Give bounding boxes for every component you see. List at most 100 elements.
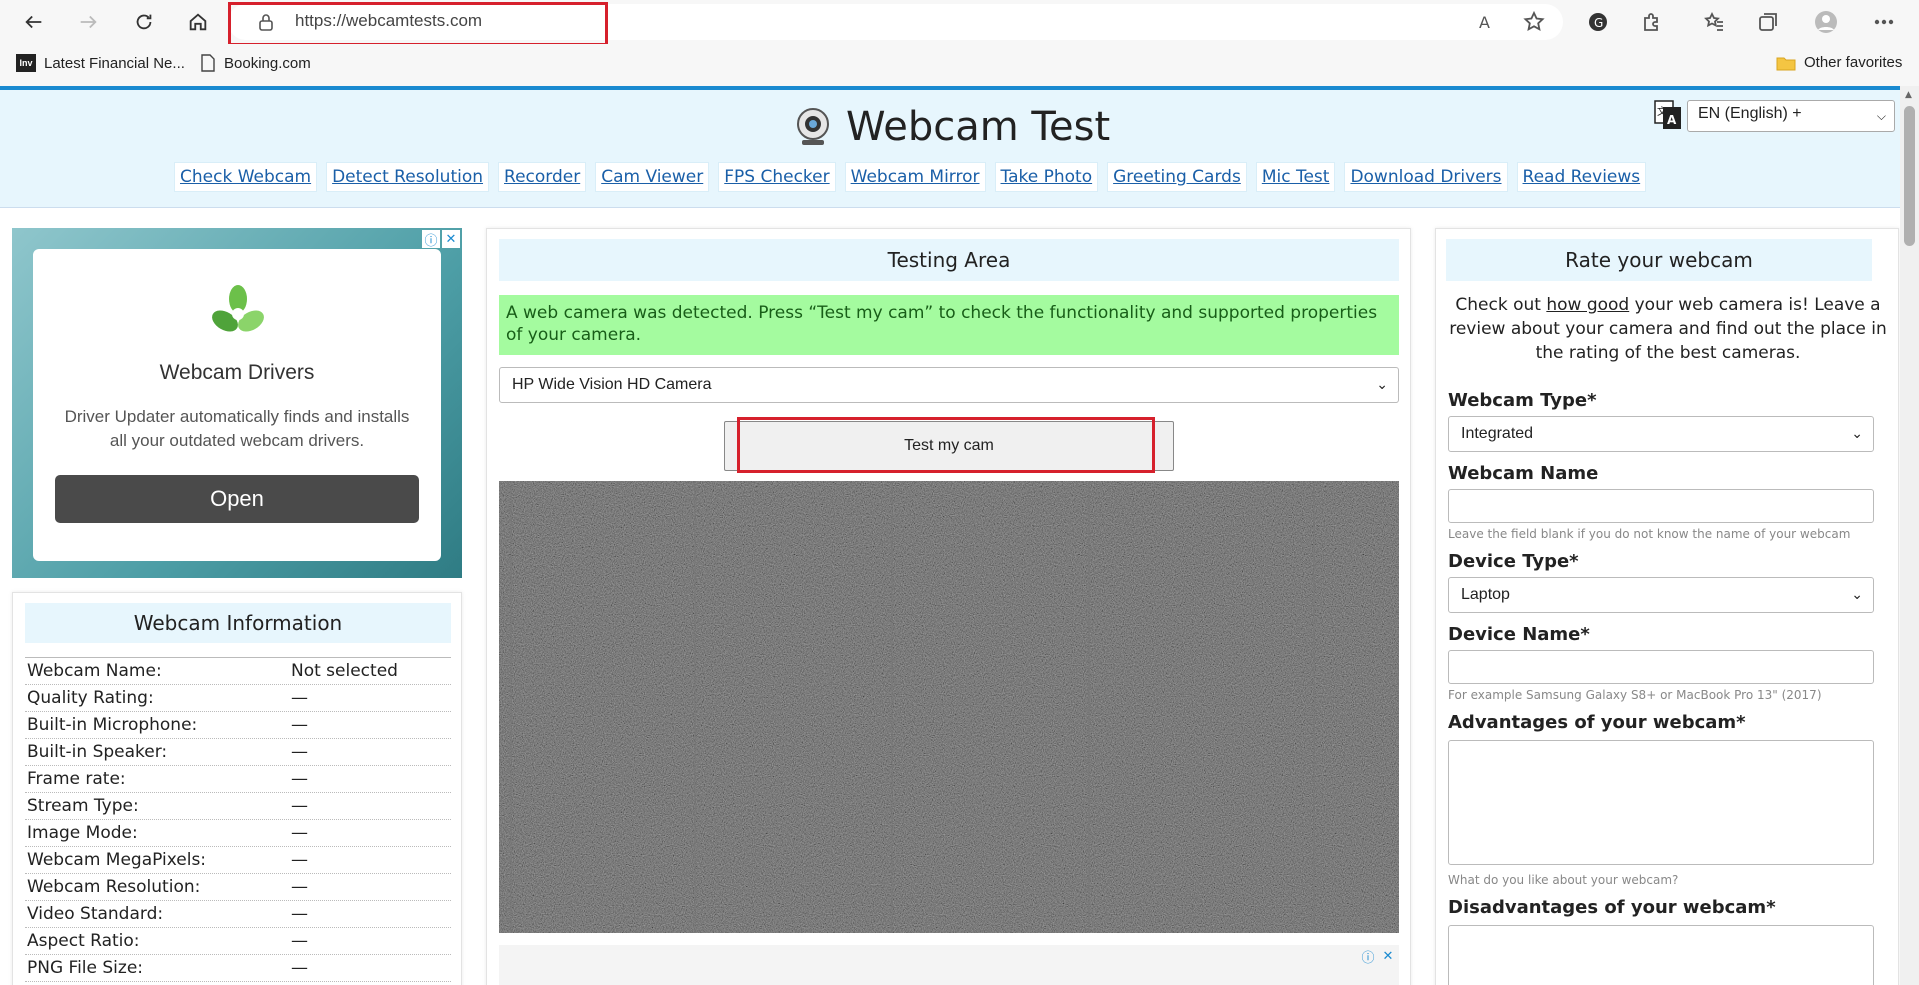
back-icon[interactable] (14, 2, 54, 42)
bookmark-financial[interactable]: Inv Latest Financial Ne... (16, 54, 185, 72)
bookmark-booking[interactable]: Booking.com (200, 54, 311, 72)
add-favorite-icon[interactable] (1522, 10, 1546, 34)
device-type-select[interactable]: Laptop ⌄ (1448, 577, 1874, 613)
scroll-up-icon[interactable]: ▲ (1905, 90, 1912, 100)
rate-webcam-panel: Rate your webcam Check out how good your… (1435, 228, 1899, 985)
nav-check-webcam[interactable]: Check Webcam (174, 162, 318, 192)
nav-recorder[interactable]: Recorder (498, 162, 587, 192)
info-row: Aspect Ratio: — (25, 928, 451, 955)
ad-close-icon[interactable]: ✕ (1379, 947, 1397, 965)
webcam-information-panel: Webcam Information Webcam Name: Not selec… (12, 592, 462, 985)
advantages-textarea[interactable] (1448, 740, 1874, 865)
info-row: Built-in Speaker: — (25, 739, 451, 766)
refresh-icon[interactable] (124, 2, 164, 42)
nav-download-drivers[interactable]: Download Drivers (1344, 162, 1508, 192)
page-scrollbar[interactable]: ▲ (1900, 86, 1919, 985)
info-value: — (291, 850, 308, 870)
ad-close-icon[interactable]: ✕ (442, 230, 460, 248)
favorites-icon[interactable] (1702, 10, 1726, 34)
info-row: Frame rate: — (25, 766, 451, 793)
info-value: Not selected (291, 661, 398, 681)
webcam-information-table: Webcam Name: Not selected Quality Rating: —… (25, 657, 451, 982)
translate-icon[interactable]: 文 A (1654, 100, 1682, 130)
extension-icon[interactable]: G (1586, 10, 1610, 34)
forward-icon[interactable] (68, 2, 108, 42)
webcam-name-label: Webcam Name (1448, 463, 1599, 484)
extensions-puzzle-icon[interactable] (1640, 10, 1664, 34)
ad-card: Webcam Drivers Driver Updater automatica… (33, 249, 441, 561)
ad-title: Webcam Drivers (159, 361, 315, 384)
bottom-ad[interactable]: ⓘ ✕ (499, 945, 1399, 985)
webcam-type-value: Integrated (1461, 425, 1534, 442)
nav-cam-viewer[interactable]: Cam Viewer (595, 162, 710, 192)
webcam-type-select[interactable]: Integrated ⌄ (1448, 416, 1874, 452)
device-name-hint: For example Samsung Galaxy S8+ or MacBoo… (1448, 688, 1822, 702)
bookmarks-bar: Inv Latest Financial Ne... Booking.com O… (0, 44, 1919, 86)
site-title-text: Webcam Test (846, 104, 1111, 150)
info-value: — (291, 769, 308, 789)
nav-webcam-mirror[interactable]: Webcam Mirror (844, 162, 986, 192)
svg-text:G: G (1594, 16, 1603, 30)
test-button-highlight-box (737, 417, 1155, 473)
scrollbar-thumb[interactable] (1904, 106, 1915, 246)
camera-select-value: HP Wide Vision HD Camera (512, 376, 712, 393)
profile-avatar-icon[interactable] (1814, 10, 1838, 34)
ad-info-icon[interactable]: ⓘ (1359, 947, 1377, 966)
camera-select[interactable]: HP Wide Vision HD Camera ⌄ (499, 367, 1399, 403)
info-key: Video Standard: (27, 904, 164, 924)
info-key: Aspect Ratio: (27, 931, 140, 951)
svg-text:A: A (1479, 13, 1490, 32)
info-row: Webcam Resolution: — (25, 874, 451, 901)
language-select[interactable]: EN (English) + ⌵ (1687, 100, 1895, 132)
language-value: EN (English) + (1698, 105, 1802, 122)
testing-area-title: Testing Area (499, 239, 1399, 281)
collections-icon[interactable] (1756, 10, 1780, 34)
ad-banner[interactable]: ⓘ ✕ Webcam Drivers Driver Updater automa… (12, 228, 462, 578)
how-good-link[interactable]: how good (1546, 295, 1629, 315)
info-row: Stream Type: — (25, 793, 451, 820)
svg-text:文: 文 (1657, 105, 1667, 118)
nav-mic-test[interactable]: Mic Test (1255, 162, 1336, 192)
chevron-down-icon: ⌄ (1851, 586, 1863, 602)
nav-fps-checker[interactable]: FPS Checker (718, 162, 836, 192)
read-aloud-icon[interactable]: A (1476, 10, 1500, 34)
info-value: — (291, 796, 308, 816)
site-header: Webcam Test 文 A EN (English) + ⌵ Check W… (0, 90, 1900, 208)
info-value: — (291, 958, 308, 978)
nav-take-photo[interactable]: Take Photo (994, 162, 1099, 192)
device-type-label: Device Type* (1448, 551, 1579, 572)
home-icon[interactable] (178, 2, 218, 42)
advantages-label: Advantages of your webcam* (1448, 712, 1746, 733)
ad-controls: ⓘ ✕ (1359, 947, 1397, 966)
info-row: Image Mode: — (25, 820, 451, 847)
ad-open-button[interactable]: Open (55, 475, 419, 523)
more-menu-icon[interactable] (1872, 10, 1896, 34)
web-page: Webcam Test 文 A EN (English) + ⌵ Check W… (0, 86, 1900, 985)
nav-detect-resolution[interactable]: Detect Resolution (326, 162, 490, 192)
info-row: Video Standard: — (25, 901, 451, 928)
info-value: — (291, 823, 308, 843)
info-key: Stream Type: (27, 796, 139, 816)
other-favorites[interactable]: Other favorites (1776, 54, 1902, 71)
info-row: Built-in Microphone: — (25, 712, 451, 739)
device-name-input[interactable] (1448, 650, 1874, 684)
info-value: — (291, 742, 308, 762)
url-highlight-box (228, 2, 608, 46)
info-key: Quality Rating: (27, 688, 154, 708)
nav-read-reviews[interactable]: Read Reviews (1516, 162, 1647, 192)
bookmark-label: Booking.com (224, 54, 311, 72)
ad-info-icon[interactable]: ⓘ (422, 230, 440, 249)
nav-greeting-cards[interactable]: Greeting Cards (1107, 162, 1247, 192)
info-value: — (291, 904, 308, 924)
folder-icon (1776, 57, 1796, 70)
info-row: Webcam Name: Not selected (25, 658, 451, 685)
info-value: — (291, 715, 308, 735)
info-key: Frame rate: (27, 769, 126, 789)
webcam-type-label: Webcam Type* (1448, 390, 1597, 411)
webcam-information-title: Webcam Information (25, 603, 451, 643)
site-title[interactable]: Webcam Test (792, 104, 1110, 150)
disadvantages-textarea[interactable] (1448, 925, 1874, 985)
webcam-name-input[interactable] (1448, 489, 1874, 523)
info-value: — (291, 688, 308, 708)
info-key: Built-in Speaker: (27, 742, 168, 762)
